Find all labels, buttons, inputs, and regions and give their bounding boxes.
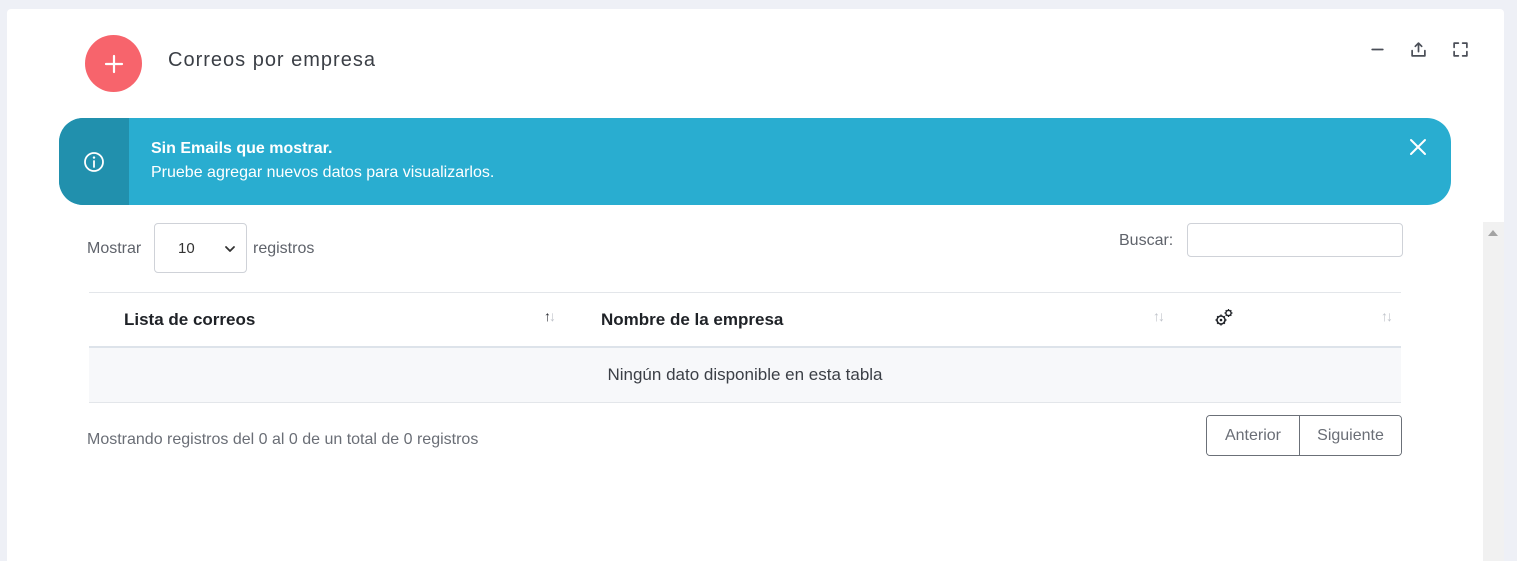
data-table: Lista de correos ↑↓ Nombre de la empresa… [89, 292, 1401, 403]
table-header: Lista de correos ↑↓ Nombre de la empresa… [89, 293, 1401, 348]
add-button[interactable] [85, 35, 142, 92]
scroll-up-arrow-icon[interactable] [1488, 230, 1498, 236]
info-alert: Sin Emails que mostrar. Pruebe agregar n… [59, 118, 1451, 205]
alert-message: Pruebe agregar nuevos datos para visuali… [151, 164, 495, 181]
sort-asc-icon: ↑↓ [544, 308, 556, 324]
fullscreen-button[interactable] [1449, 38, 1471, 60]
minimize-button[interactable] [1366, 38, 1388, 60]
column-header-label: Nombre de la empresa [601, 309, 784, 329]
search-input[interactable] [1187, 223, 1403, 257]
column-header-actions[interactable]: ↑↓ [1175, 293, 1401, 346]
length-suffix-label: registros [253, 240, 315, 257]
sort-icon: ↑↓ [1381, 308, 1393, 324]
card [7, 9, 1504, 561]
page-title: Correos por empresa [168, 49, 376, 71]
search-label: Buscar: [1119, 232, 1174, 249]
length-select-value: 10 [178, 239, 195, 257]
column-header-company-name[interactable]: Nombre de la empresa ↑↓ [566, 293, 1173, 346]
close-icon [1410, 139, 1426, 155]
fullscreen-icon [1452, 41, 1468, 57]
alert-close-button[interactable] [1407, 136, 1429, 158]
info-icon [84, 151, 104, 172]
plus-icon [104, 54, 123, 73]
length-select[interactable]: 10 [154, 223, 247, 273]
previous-page-button[interactable]: Anterior [1207, 416, 1300, 455]
empty-table-row: Ningún dato disponible en esta tabla [89, 348, 1401, 403]
next-page-button[interactable]: Siguiente [1300, 416, 1401, 455]
scrollbar[interactable] [1483, 222, 1504, 561]
column-header-email-list[interactable]: Lista de correos ↑↓ [89, 293, 564, 346]
export-icon [1410, 41, 1426, 57]
gears-icon [1215, 309, 1233, 326]
column-header-label: Lista de correos [124, 309, 256, 329]
sort-icon: ↑↓ [1153, 308, 1165, 324]
alert-title: Sin Emails que mostrar. [151, 140, 333, 157]
length-prefix-label: Mostrar [87, 240, 142, 257]
chevron-down-icon [225, 246, 235, 252]
alert-icon-area [59, 118, 129, 205]
pagination: Anterior Siguiente [1206, 415, 1402, 456]
export-button[interactable] [1407, 38, 1429, 60]
minimize-icon [1370, 48, 1384, 50]
table-info: Mostrando registros del 0 al 0 de un tot… [87, 431, 479, 448]
